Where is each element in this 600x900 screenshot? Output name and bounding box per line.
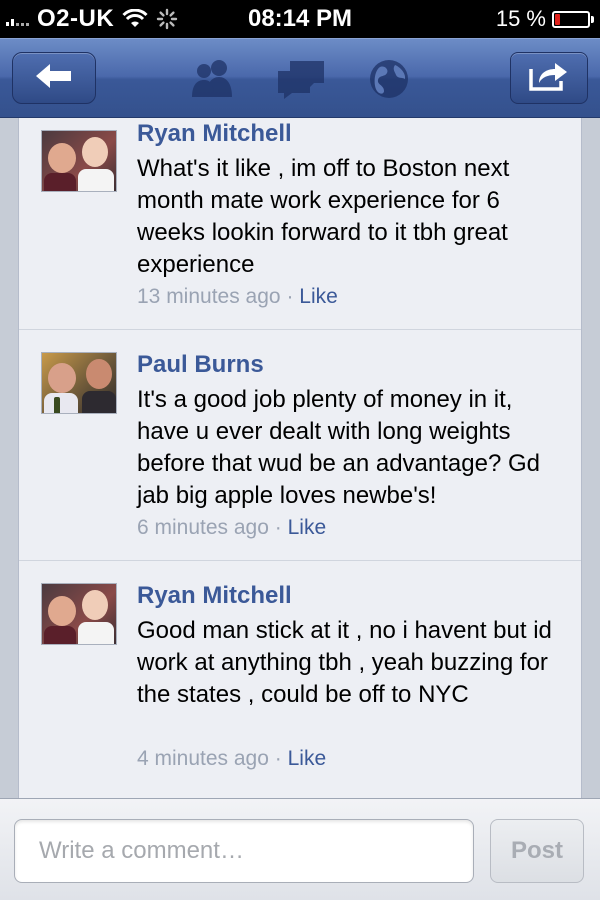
activity-spinner-icon xyxy=(156,8,178,30)
comment-text: Good man stick at it , no i havent but i… xyxy=(137,617,552,708)
comment-composer: Post xyxy=(0,798,600,900)
comment-item: Ryan Mitchell What's it like , im off to… xyxy=(19,118,581,330)
avatar[interactable] xyxy=(41,583,117,645)
comment-item: Paul Burns It's a good job plenty of mon… xyxy=(19,330,581,561)
status-bar: O2-UK 08:14 PM 15 % xyxy=(0,0,600,38)
messages-icon[interactable] xyxy=(274,57,328,101)
like-link[interactable]: Like xyxy=(288,516,327,539)
meta-separator: · xyxy=(286,285,294,308)
comments-list: Ryan Mitchell What's it like , im off to… xyxy=(18,118,582,798)
share-icon xyxy=(527,59,571,98)
carrier-name: O2-UK xyxy=(37,5,115,32)
comment-author[interactable]: Ryan Mitchell xyxy=(137,582,292,610)
like-link[interactable]: Like xyxy=(288,747,327,770)
comment-text: What's it like , im off to Boston next m… xyxy=(137,155,510,278)
back-arrow-icon xyxy=(34,61,74,96)
friends-icon[interactable] xyxy=(186,57,240,101)
comments-area[interactable]: Ryan Mitchell What's it like , im off to… xyxy=(0,118,600,798)
comment-meta: 13 minutes ago · Like xyxy=(137,285,338,309)
comment-time: 4 minutes ago xyxy=(137,747,269,770)
meta-separator: · xyxy=(274,747,282,770)
comment-text: It's a good job plenty of money in it, h… xyxy=(137,386,540,509)
comment-meta: 4 minutes ago · Like xyxy=(137,747,326,771)
post-button[interactable]: Post xyxy=(490,819,584,883)
wifi-icon xyxy=(122,9,148,29)
comment-item: Ryan Mitchell Good man stick at it , no … xyxy=(19,561,581,798)
like-link[interactable]: Like xyxy=(299,285,338,308)
comment-author[interactable]: Paul Burns xyxy=(137,351,264,379)
battery-icon xyxy=(552,10,594,28)
comment-meta: 6 minutes ago · Like xyxy=(137,516,326,540)
comment-time: 13 minutes ago xyxy=(137,285,281,308)
back-button[interactable] xyxy=(12,52,96,104)
share-button[interactable] xyxy=(510,52,588,104)
comment-author[interactable]: Ryan Mitchell xyxy=(137,120,292,148)
meta-separator: · xyxy=(274,516,282,539)
comment-time: 6 minutes ago xyxy=(137,516,269,539)
nav-bar xyxy=(0,38,600,118)
avatar[interactable] xyxy=(41,352,117,414)
battery-percent: 15 % xyxy=(495,6,546,31)
comment-input[interactable] xyxy=(14,819,474,883)
signal-icon xyxy=(6,12,29,26)
avatar[interactable] xyxy=(41,130,117,192)
globe-icon[interactable] xyxy=(362,57,416,101)
